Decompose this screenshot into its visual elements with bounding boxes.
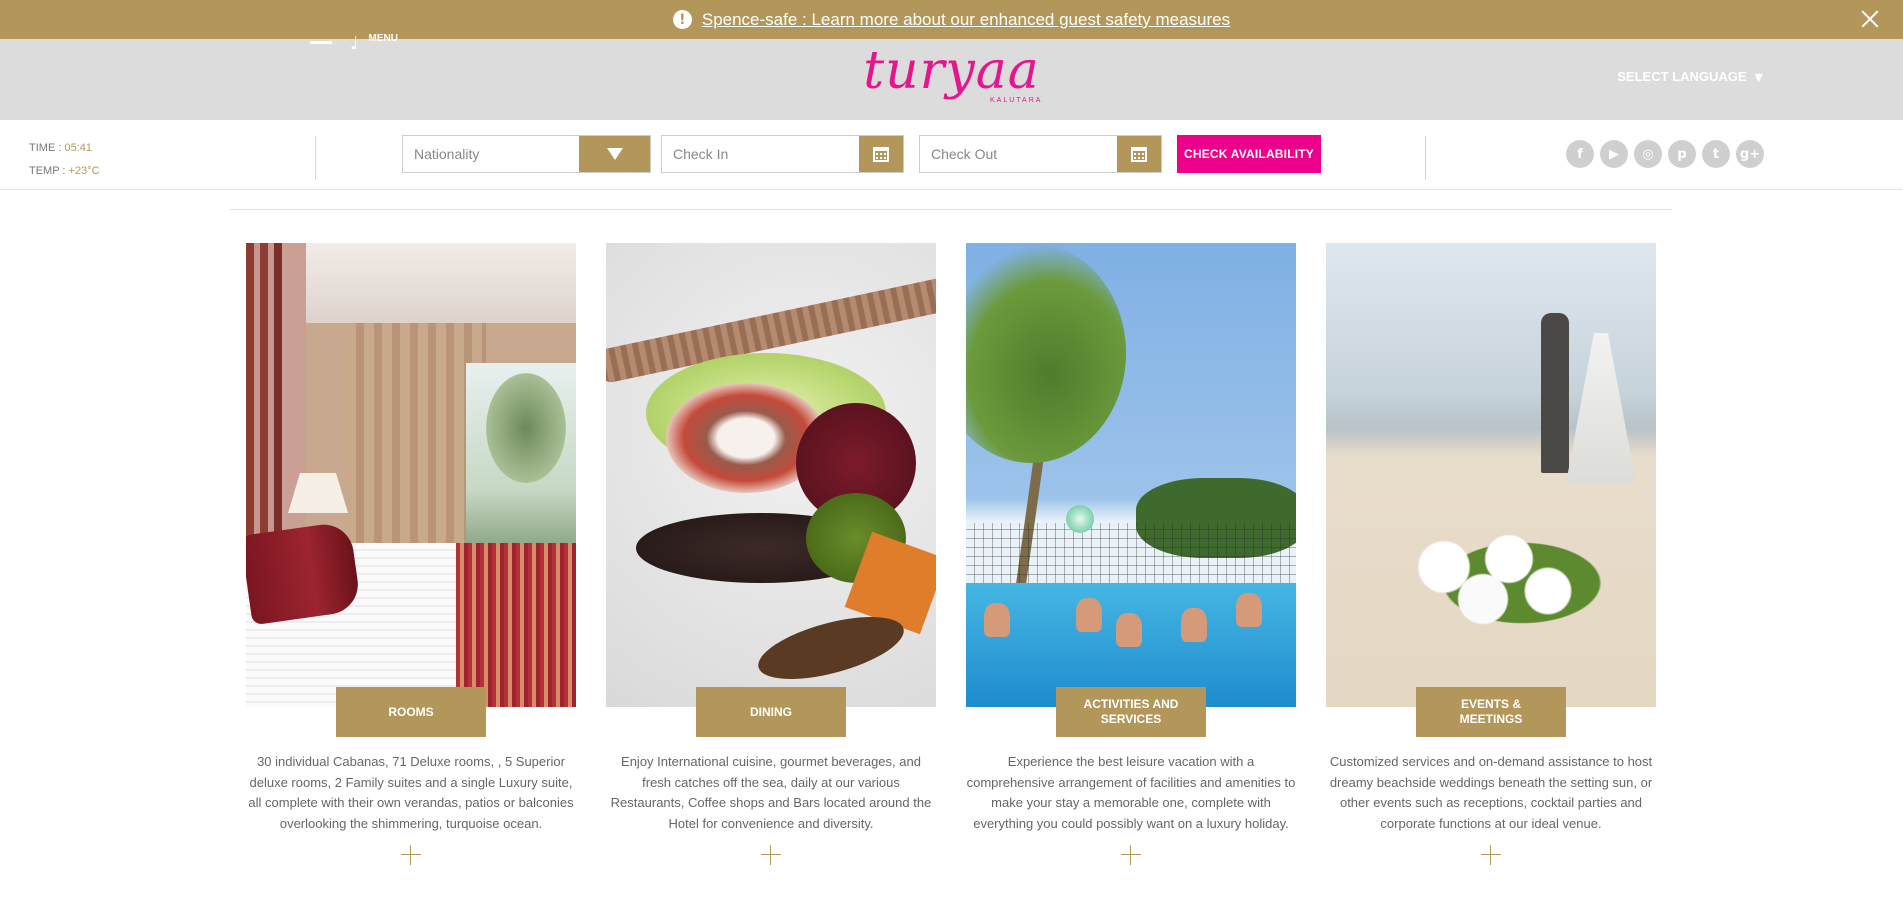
checkout-placeholder[interactable]: Check Out xyxy=(920,136,1117,172)
swimmer xyxy=(1181,608,1207,642)
palm-tree xyxy=(486,373,566,483)
time-value: 05:41 xyxy=(64,142,92,154)
rooms-photo[interactable] xyxy=(246,243,576,707)
swimmer xyxy=(1076,598,1102,632)
groom xyxy=(1541,313,1569,473)
instagram-icon[interactable]: ◎ xyxy=(1634,140,1662,168)
activities-label-button[interactable]: ACTIVITIES AND SERVICES xyxy=(1056,687,1206,737)
volleyball xyxy=(1066,505,1094,533)
rooms-label-button[interactable]: ROOMS xyxy=(336,687,486,737)
nationality-select[interactable]: Nationality xyxy=(402,135,651,173)
dining-photo[interactable] xyxy=(606,243,936,707)
checkout-calendar-button[interactable] xyxy=(1117,136,1161,172)
exclamation-icon: ! xyxy=(672,10,692,29)
pinterest-icon[interactable]: p xyxy=(1668,140,1696,168)
nationality-dropdown-button[interactable] xyxy=(579,136,650,172)
site-header: ♩ MENU turyaa KALUTARA SELECT LANGUAGE ▼ xyxy=(0,33,1903,120)
facebook-icon[interactable]: f xyxy=(1566,140,1594,168)
dining-label-button[interactable]: DINING xyxy=(696,687,846,737)
volleyball-net xyxy=(966,523,1296,583)
caret-down-icon[interactable]: ▼ xyxy=(1755,71,1763,84)
youtube-icon[interactable]: ▶ xyxy=(1600,140,1628,168)
sauce xyxy=(752,604,910,692)
twitter-icon[interactable]: t xyxy=(1702,140,1730,168)
logo-wordmark[interactable]: turyaa xyxy=(863,41,1040,101)
activities-card xyxy=(966,243,1296,707)
google-plus-icon[interactable]: g+ xyxy=(1736,140,1764,168)
temp-label: TEMP : xyxy=(29,165,66,177)
calendar-icon xyxy=(873,146,889,162)
events-photo[interactable] xyxy=(1326,243,1656,707)
section-divider xyxy=(230,209,1672,210)
events-description: Customized services and on-demand assist… xyxy=(1329,754,1653,831)
check-availability-button[interactable]: CHECK AVAILABILITY xyxy=(1177,135,1321,173)
calendar-icon xyxy=(1131,146,1147,162)
weather-widget: TIME : 05:41 TEMP : +23°C xyxy=(29,137,100,183)
safety-alert-bar: ! Spence-safe : Learn more about our enh… xyxy=(0,0,1903,39)
time-row: TIME : 05:41 xyxy=(29,137,100,160)
checkin-field[interactable]: Check In xyxy=(661,135,904,173)
swimmer xyxy=(1236,593,1262,627)
divider xyxy=(1425,136,1426,180)
logo-subtext: KALUTARA xyxy=(990,97,1043,104)
temp-row: TEMP : +23°C xyxy=(29,160,100,183)
events-expand-plus-icon[interactable] xyxy=(1481,845,1501,865)
activities-description: Experience the best leisure vacation wit… xyxy=(966,754,1296,831)
dining-card xyxy=(606,243,936,707)
divider xyxy=(315,136,316,180)
activities-photo[interactable] xyxy=(966,243,1296,707)
orchid-bouquet xyxy=(1366,503,1626,663)
time-label: TIME : xyxy=(29,142,62,154)
close-icon[interactable] xyxy=(1859,8,1881,30)
checkout-field[interactable]: Check Out xyxy=(919,135,1162,173)
rooms-description: 30 individual Cabanas, 71 Deluxe rooms, … xyxy=(248,754,574,831)
activities-expand-plus-icon[interactable] xyxy=(1121,845,1141,865)
swimmer xyxy=(984,603,1010,637)
language-label[interactable]: SELECT LANGUAGE xyxy=(1617,69,1746,84)
social-links: f ▶ ◎ p t g+ xyxy=(1566,140,1764,168)
bed-runner xyxy=(456,543,576,707)
swimmer xyxy=(1116,613,1142,647)
dining-expand-plus-icon[interactable] xyxy=(761,845,781,865)
safety-info-link[interactable]: Spence-safe : Learn more about our enhan… xyxy=(702,10,1230,30)
dining-description: Enjoy International cuisine, gourmet bev… xyxy=(610,754,932,831)
events-card xyxy=(1326,243,1656,707)
rooms-expand-plus-icon[interactable] xyxy=(401,845,421,865)
language-selector[interactable]: SELECT LANGUAGE ▼ xyxy=(1617,69,1763,84)
triangle-down-icon xyxy=(606,148,623,160)
events-label-button[interactable]: EVENTS & MEETINGS xyxy=(1416,687,1566,737)
bride xyxy=(1566,333,1636,483)
temp-value: +23°C xyxy=(68,165,100,177)
checkin-placeholder[interactable]: Check In xyxy=(662,136,859,172)
palm-fronds xyxy=(966,243,1126,463)
booking-bar: TIME : 05:41 TEMP : +23°C Nationality Ch… xyxy=(0,120,1903,190)
nationality-placeholder[interactable]: Nationality xyxy=(403,136,579,172)
rooms-card xyxy=(246,243,576,707)
checkin-calendar-button[interactable] xyxy=(859,136,903,172)
ceiling xyxy=(306,243,576,323)
